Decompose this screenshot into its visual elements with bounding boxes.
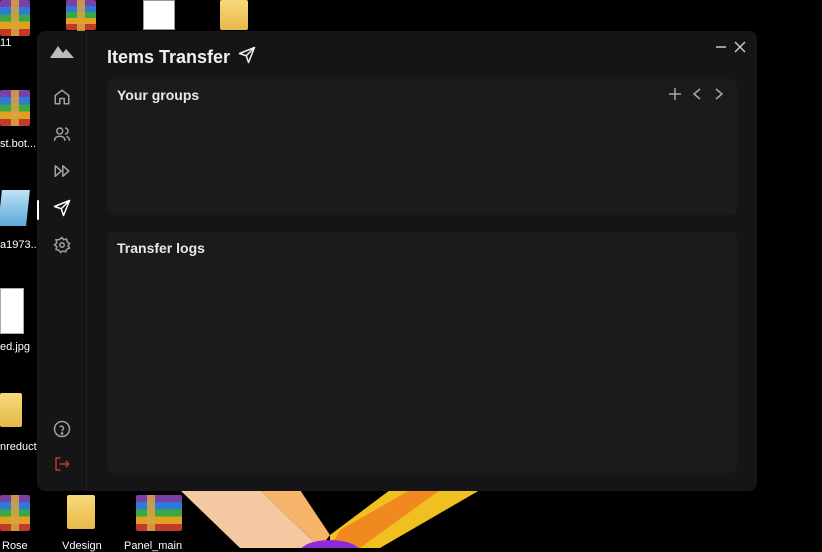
desktop-icon-label: ed.jpg bbox=[0, 341, 30, 353]
folder-icon[interactable] bbox=[220, 0, 248, 30]
app-logo-icon bbox=[49, 39, 75, 65]
app-window: Items Transfer Your groups Transfer logs bbox=[37, 31, 757, 491]
folder-icon[interactable] bbox=[67, 495, 95, 529]
gear-icon bbox=[53, 236, 71, 258]
sidebar-item-logout[interactable] bbox=[49, 453, 75, 479]
desktop-icon-label: Rose bbox=[2, 540, 28, 552]
notepad-file-icon[interactable] bbox=[0, 190, 30, 226]
send-icon bbox=[53, 199, 71, 221]
sidebar-item-forward[interactable] bbox=[49, 160, 75, 186]
fast-forward-icon bbox=[53, 162, 71, 184]
help-icon bbox=[53, 420, 71, 442]
logs-panel: Transfer logs bbox=[107, 232, 737, 473]
desktop-icon-label: nreduct bbox=[0, 441, 37, 453]
desktop-icon-label: 11 bbox=[0, 37, 12, 49]
desktop-icon-label: Panel_main bbox=[124, 540, 183, 552]
desktop-icon-label: Vdesign bbox=[62, 540, 102, 552]
chevron-right-icon bbox=[714, 85, 724, 104]
folder-icon[interactable] bbox=[0, 393, 22, 427]
active-indicator bbox=[37, 200, 39, 220]
sidebar-item-users[interactable] bbox=[49, 123, 75, 149]
sidebar-item-home[interactable] bbox=[49, 86, 75, 112]
rar-file-icon[interactable] bbox=[0, 0, 30, 36]
minimize-icon bbox=[715, 38, 727, 57]
home-icon bbox=[53, 88, 71, 110]
next-group-button[interactable] bbox=[711, 86, 727, 102]
page-title: Items Transfer bbox=[107, 46, 256, 69]
send-icon bbox=[238, 46, 256, 69]
rar-file-icon[interactable] bbox=[136, 495, 182, 531]
groups-panel: Your groups bbox=[107, 79, 737, 215]
rar-file-icon[interactable] bbox=[0, 90, 30, 126]
logout-icon bbox=[53, 455, 71, 477]
close-button[interactable] bbox=[733, 40, 747, 54]
rar-file-icon[interactable] bbox=[0, 495, 30, 531]
rar-file-icon[interactable] bbox=[66, 0, 96, 36]
minimize-button[interactable] bbox=[714, 40, 728, 54]
groups-panel-actions bbox=[667, 86, 727, 102]
users-icon bbox=[53, 125, 71, 147]
close-icon bbox=[734, 38, 746, 57]
desktop-icon-label: a1973... bbox=[0, 239, 40, 251]
image-file-icon[interactable] bbox=[0, 288, 24, 334]
document-file-icon[interactable] bbox=[143, 0, 175, 30]
add-group-button[interactable] bbox=[667, 86, 683, 102]
desktop-icon-label: st.bot... bbox=[0, 138, 37, 150]
chevron-left-icon bbox=[692, 85, 702, 104]
logs-panel-title: Transfer logs bbox=[117, 240, 205, 256]
sidebar-item-help[interactable] bbox=[49, 418, 75, 444]
groups-panel-title: Your groups bbox=[117, 87, 200, 103]
sidebar-item-settings[interactable] bbox=[49, 234, 75, 260]
sidebar-item-transfer[interactable] bbox=[49, 197, 75, 223]
page-title-text: Items Transfer bbox=[107, 47, 231, 67]
previous-group-button[interactable] bbox=[689, 86, 705, 102]
plus-icon bbox=[669, 85, 681, 104]
wallpaper-graphic bbox=[180, 490, 480, 548]
sidebar bbox=[37, 31, 87, 491]
